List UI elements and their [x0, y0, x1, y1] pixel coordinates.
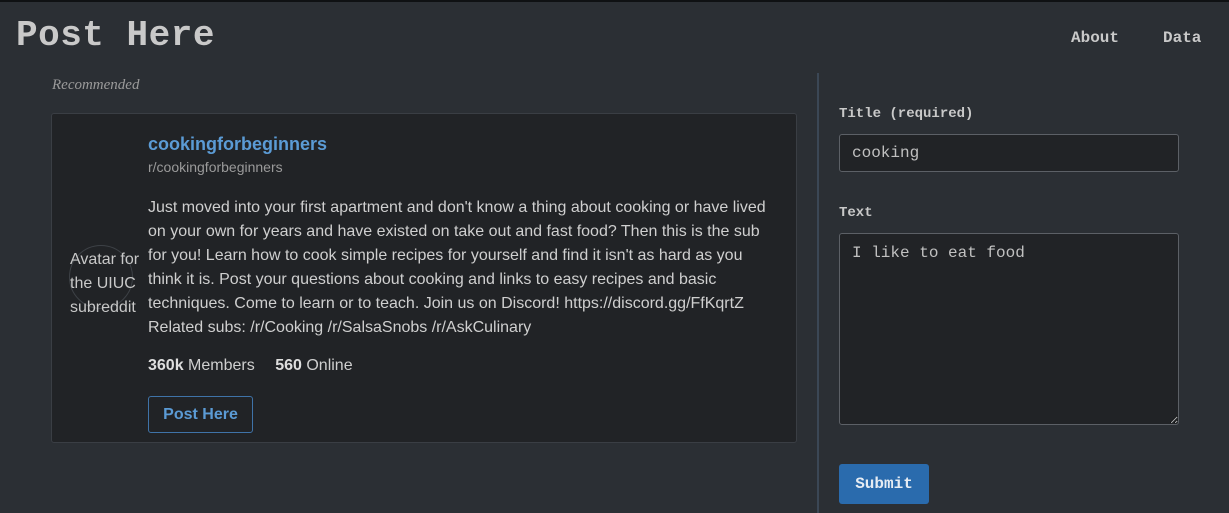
- nav-data-link[interactable]: Data: [1163, 29, 1201, 47]
- online-count: 560: [275, 357, 302, 374]
- recommended-heading: Recommended: [52, 77, 140, 93]
- subreddit-stats: 360k Members 560 Online: [148, 357, 353, 375]
- subreddit-card: Avatar for the UIUC subreddit cookingfor…: [51, 113, 797, 443]
- members-count: 360k: [148, 357, 184, 374]
- text-field-label: Text: [839, 205, 873, 221]
- subreddit-description: Just moved into your first apartment and…: [148, 199, 766, 336]
- avatar-alt-text: Avatar for the UIUC subreddit: [70, 251, 140, 316]
- column-divider: [817, 73, 819, 513]
- top-border: [0, 0, 1229, 2]
- title-input[interactable]: [839, 134, 1179, 172]
- nav-about-link[interactable]: About: [1071, 29, 1119, 47]
- subreddit-name-link[interactable]: cookingforbeginners: [148, 134, 327, 155]
- text-area[interactable]: I like to eat food: [839, 233, 1179, 425]
- members-label: Members: [188, 357, 255, 374]
- submit-button[interactable]: Submit: [839, 464, 929, 504]
- subreddit-handle: r/cookingforbeginners: [148, 159, 283, 175]
- title-field-label: Title (required): [839, 106, 974, 122]
- site-logo[interactable]: Post Here: [16, 15, 215, 56]
- post-here-button[interactable]: Post Here: [148, 396, 253, 433]
- online-label: Online: [306, 357, 353, 374]
